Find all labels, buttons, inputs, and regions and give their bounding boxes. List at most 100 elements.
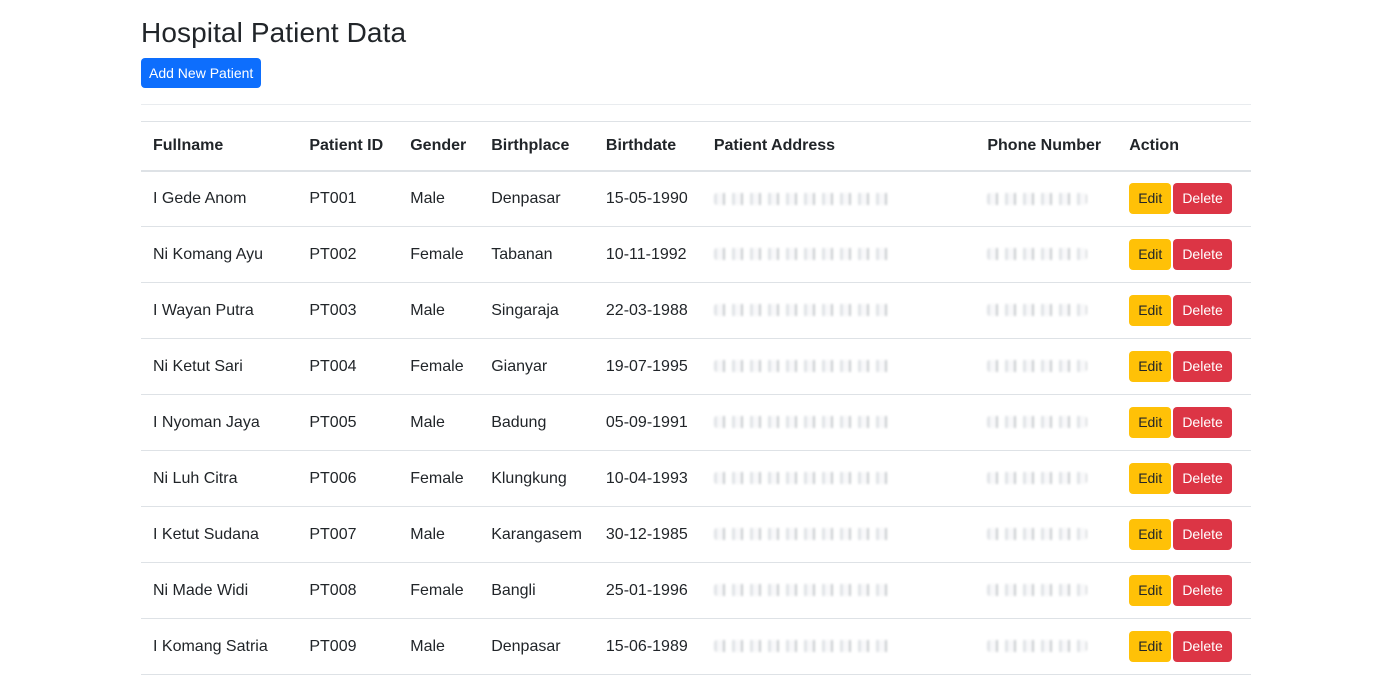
- table-row: I Komang Satria PT009 Male Denpasar 15-06-19…: [141, 619, 1251, 675]
- phone-number-cell: [975, 339, 1117, 395]
- patient-address-cell: [702, 507, 976, 563]
- action-cell: Edit Delete: [1117, 339, 1251, 395]
- action-cell: Edit Delete: [1117, 451, 1251, 507]
- delete-button[interactable]: Delete: [1173, 463, 1232, 494]
- edit-button[interactable]: Edit: [1129, 239, 1172, 270]
- fullname-cell: I Komang Satria: [153, 637, 268, 655]
- patient-id-cell: PT009: [309, 637, 357, 655]
- gender-cell: Male: [410, 637, 445, 655]
- fullname-cell: Ni Ketut Sari: [153, 357, 243, 375]
- action-cell: Edit Delete: [1117, 563, 1251, 619]
- birthdate-cell: 05-09-1991: [605, 413, 688, 431]
- gender-cell: Male: [410, 413, 445, 431]
- fullname-cell: I Nyoman Jaya: [153, 413, 260, 431]
- phone-number-cell: [975, 283, 1117, 339]
- birthdate-cell: 25-01-1996: [605, 581, 688, 599]
- action-cell: Edit Delete: [1117, 619, 1251, 675]
- redacted-address: [713, 472, 894, 485]
- redacted-address: [713, 248, 894, 261]
- action-cell: Edit Delete: [1117, 395, 1251, 451]
- redacted-address: [713, 416, 894, 429]
- redacted-address: [713, 528, 894, 541]
- edit-button[interactable]: Edit: [1129, 295, 1172, 326]
- birthdate-cell: 15-06-1989: [605, 637, 688, 655]
- birthplace-cell: Klungkung: [491, 469, 567, 487]
- delete-button[interactable]: Delete: [1173, 575, 1232, 606]
- delete-button[interactable]: Delete: [1173, 239, 1232, 270]
- delete-button[interactable]: Delete: [1173, 631, 1232, 662]
- table-row: I Wayan Putra PT003 Male Singaraja 22-03-198…: [141, 283, 1251, 339]
- edit-button[interactable]: Edit: [1129, 183, 1172, 215]
- patient-address-cell: [702, 619, 976, 675]
- fullname-cell: Ni Luh Citra: [153, 469, 238, 487]
- redacted-address: [713, 640, 894, 653]
- patient-address-cell: [702, 395, 976, 451]
- redacted-phone: [987, 360, 1088, 373]
- birthplace-cell: Karangasem: [491, 525, 582, 543]
- patient-id-cell: PT006: [309, 469, 357, 487]
- edit-button[interactable]: Edit: [1129, 631, 1172, 662]
- fullname-cell: Ni Made Widi: [153, 581, 249, 599]
- patient-id-cell: PT002: [309, 245, 357, 263]
- phone-number-cell: [975, 563, 1117, 619]
- table-row: Ni Ketut Sari PT004 Female Gianyar 19-07-199…: [141, 339, 1251, 395]
- redacted-phone: [987, 192, 1088, 205]
- divider: [141, 104, 1251, 105]
- birthdate-cell: 10-04-1993: [605, 469, 688, 487]
- delete-button[interactable]: Delete: [1173, 183, 1232, 215]
- column-header-fullname: Fullname: [153, 136, 224, 154]
- table-row: I Gede Anom PT001 Male Denpasar 15-05-1990 Ed…: [141, 171, 1251, 227]
- edit-button[interactable]: Edit: [1129, 407, 1172, 438]
- birthplace-cell: Badung: [491, 413, 547, 431]
- column-header-birthdate: Birthdate: [605, 136, 677, 154]
- phone-number-cell: [975, 171, 1117, 227]
- birthdate-cell: 22-03-1988: [605, 301, 688, 319]
- page-title: Hospital Patient Data: [141, 17, 407, 48]
- redacted-phone: [987, 416, 1088, 429]
- redacted-phone: [987, 528, 1088, 541]
- patient-id-cell: PT004: [309, 357, 357, 375]
- delete-button[interactable]: Delete: [1173, 295, 1232, 326]
- delete-button[interactable]: Delete: [1173, 519, 1232, 550]
- redacted-phone: [987, 640, 1088, 653]
- patient-address-cell: [702, 227, 976, 283]
- birthplace-cell: Singaraja: [491, 301, 559, 319]
- birthdate-cell: 30-12-1985: [605, 525, 688, 543]
- phone-number-cell: [975, 507, 1117, 563]
- action-cell: Edit Delete: [1117, 171, 1251, 227]
- patient-address-cell: [702, 283, 976, 339]
- patient-address-cell: [702, 451, 976, 507]
- redacted-phone: [987, 248, 1088, 261]
- fullname-cell: I Gede Anom: [153, 189, 247, 207]
- header-row: Fullname Patient ID Gender Birthplace Bi…: [141, 121, 1251, 171]
- birthplace-cell: Tabanan: [491, 245, 553, 263]
- redacted-phone: [987, 304, 1088, 317]
- table-row: Ni Made Widi PT008 Female Bangli 25-01-1996 E…: [141, 563, 1251, 619]
- patient-address-cell: [702, 171, 976, 227]
- patient-id-cell: PT008: [309, 581, 357, 599]
- birthplace-cell: Gianyar: [491, 357, 548, 375]
- birthplace-cell: Denpasar: [491, 189, 561, 207]
- table-body: I Gede Anom PT001 Male Denpasar 15-05-1990 Ed…: [141, 171, 1251, 675]
- birthdate-cell: 10-11-1992: [605, 245, 687, 263]
- gender-cell: Female: [410, 357, 464, 375]
- patient-id-cell: PT001: [309, 189, 357, 207]
- add-new-patient-button[interactable]: Add New Patient: [141, 58, 262, 88]
- redacted-phone: [987, 584, 1088, 597]
- redacted-address: [713, 584, 894, 597]
- column-header-gender: Gender: [410, 136, 467, 154]
- column-header-phone-number: Phone Number: [987, 136, 1102, 154]
- table-header: Fullname Patient ID Gender Birthplace Bi…: [141, 121, 1251, 171]
- edit-button[interactable]: Edit: [1129, 351, 1172, 382]
- gender-cell: Male: [410, 525, 445, 543]
- fullname-cell: I Ketut Sudana: [153, 525, 259, 543]
- edit-button[interactable]: Edit: [1129, 575, 1172, 606]
- edit-button[interactable]: Edit: [1129, 463, 1172, 494]
- gender-cell: Female: [410, 469, 464, 487]
- table-row: Ni Luh Citra PT006 Female Klungkung 10-04-19…: [141, 451, 1251, 507]
- column-header-birthplace: Birthplace: [491, 136, 570, 154]
- patient-table: Fullname Patient ID Gender Birthplace Bi…: [141, 121, 1251, 675]
- delete-button[interactable]: Delete: [1173, 407, 1232, 438]
- delete-button[interactable]: Delete: [1173, 351, 1232, 382]
- edit-button[interactable]: Edit: [1129, 519, 1172, 550]
